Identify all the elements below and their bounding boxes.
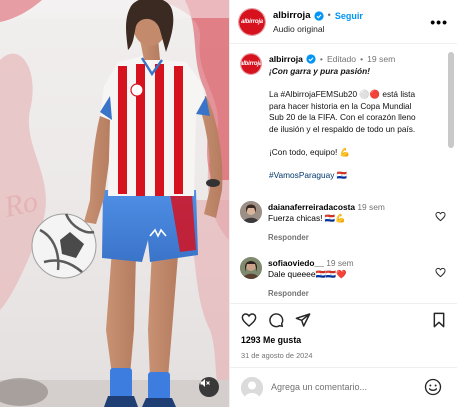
post-caption: ¡Con garra y pura pasión! La #AlbirrojaF… [269,66,439,181]
caption-title: ¡Con garra y pura pasión! [269,66,370,76]
emoji-icon[interactable] [424,378,442,396]
likes-count[interactable]: 1293 Me gusta [241,335,301,345]
post-header: albirroja albirroja • Seguir Audio origi… [230,0,457,44]
share-icon[interactable] [295,312,311,328]
mute-button[interactable] [199,377,219,397]
caption-line: La #AlbirrojaFEMSub20 ⚪🔴 está lista [269,89,416,99]
caption-closing: ¡Con todo, equipo! 💪 [269,146,350,157]
commenter-avatar[interactable] [240,257,262,279]
flag-emoji: 🇵🇾 [336,169,347,180]
edited-label: Editado [326,54,357,64]
comment-item: daianaferreiradacosta 19 sem Fuerza chic… [240,201,450,247]
like-comment-heart-icon[interactable] [435,211,446,222]
comment-time[interactable]: 19 sem [326,258,353,268]
post-actions: 1293 Me gusta 31 de agosto de 2024 [230,303,457,367]
like-comment-heart-icon[interactable] [435,267,446,278]
author-avatar[interactable]: albirroja [238,8,266,36]
comment-icon[interactable] [268,312,284,328]
commenter-avatar[interactable] [240,201,262,223]
add-comment-bar [230,367,457,407]
post-details-panel: albirroja albirroja • Seguir Audio origi… [229,0,457,407]
caption-meta: albirroja • Editado • 19 sem [269,54,395,64]
post-media[interactable]: Ro [0,0,229,407]
commenter-username[interactable]: sofiaoviedo__ [268,258,324,268]
author-line: albirroja • Seguir [273,10,363,21]
caption-line: Sub 20 de la FIFA. Con el corazón lleno [269,112,416,122]
verified-badge-icon [313,10,324,21]
hashtag-link[interactable]: #VamosParaguay [269,170,334,180]
heart-icon[interactable] [241,312,257,328]
verified-badge-icon [306,54,316,64]
comment-item: sofiaoviedo__ 19 sem Dale queeee🇵🇾🇵🇾❤️ R… [240,257,450,303]
comments-scroll-area[interactable]: albirroja albirroja • Editado • 19 sem ¡… [230,45,457,303]
current-user-avatar [241,377,263,399]
reply-button[interactable]: Responder [268,289,309,298]
comment-time[interactable]: 19 sem [357,202,384,212]
commenter-username[interactable]: daianaferreiradacosta [268,202,355,212]
caption-line: para hacer historia en la Copa Mundial [269,100,412,111]
more-options-button[interactable]: ••• [430,14,448,30]
scrollbar-thumb[interactable] [448,52,454,148]
mute-icon [200,379,210,387]
post-date[interactable]: 31 de agosto de 2024 [241,351,313,360]
more-horizontal-icon: ••• [430,14,448,30]
audio-label[interactable]: Audio original [273,24,325,34]
separator: • [319,54,323,64]
comment-text: Dale queeee🇵🇾🇵🇾❤️ [268,269,347,279]
banner-watermark: Ro [0,185,40,224]
bookmark-icon[interactable] [431,312,447,328]
author-username[interactable]: albirroja [273,10,311,21]
reply-button[interactable]: Responder [268,233,309,242]
separator: • [327,10,331,21]
separator: • [360,54,364,64]
follow-button[interactable]: Seguir [335,11,363,21]
comment-input[interactable] [271,382,421,392]
caption-time[interactable]: 19 sem [367,54,395,64]
caption-username[interactable]: albirroja [269,54,303,64]
comment-text: Fuerza chicas! 🇵🇾💪 [268,213,346,223]
caption-author-avatar[interactable]: albirroja [240,53,262,75]
player-photo: Ro [0,0,229,407]
caption-line: de ilusión y el respaldo de todo un país… [269,123,416,134]
